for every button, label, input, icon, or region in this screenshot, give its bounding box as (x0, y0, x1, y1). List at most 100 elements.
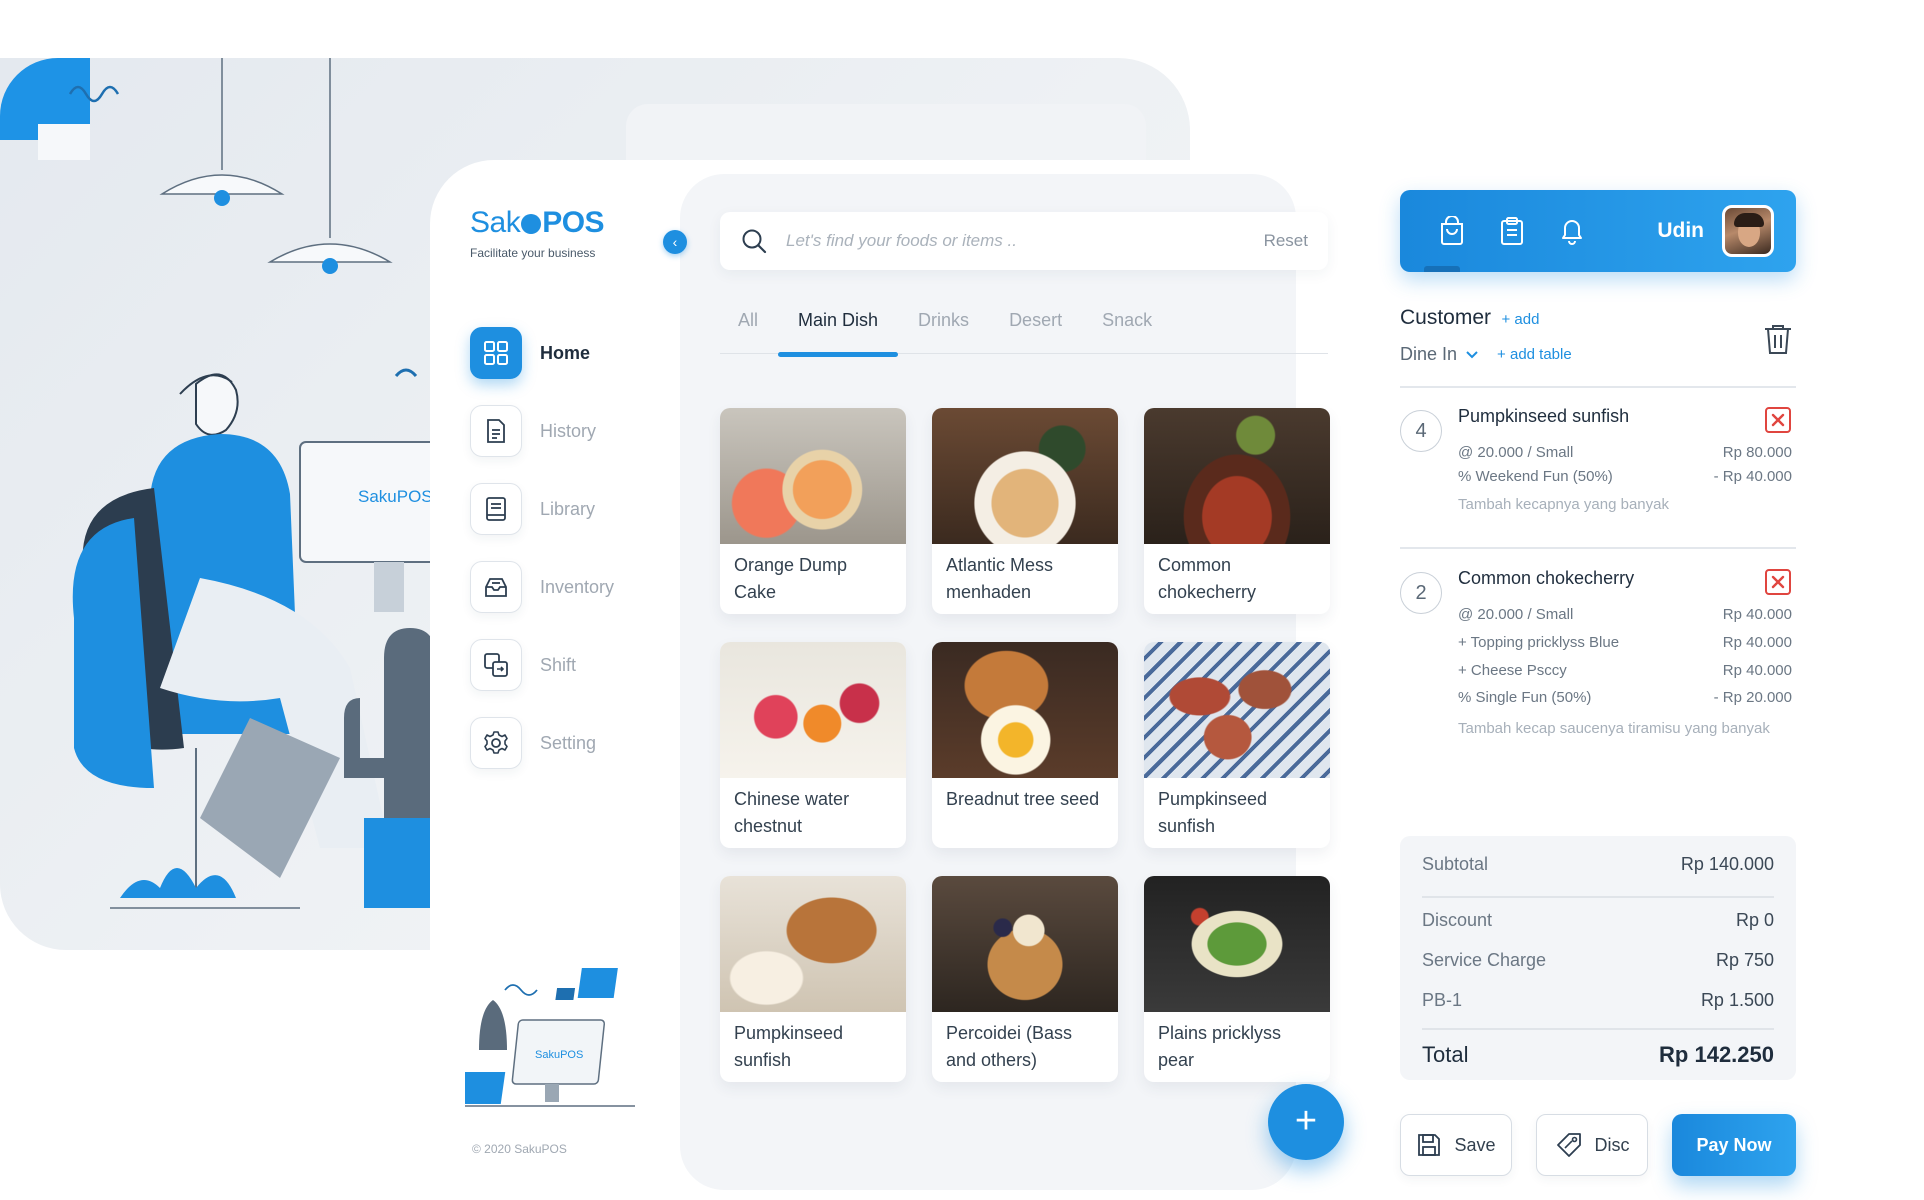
catalog-panel: Reset All Main Dish Drinks Desert Snack … (680, 174, 1344, 1190)
logo-text-saku: Sak (470, 206, 521, 239)
avatar-hair (1734, 213, 1764, 227)
menu-image-pancakes (932, 876, 1118, 1012)
tab-all[interactable]: All (720, 300, 778, 354)
menu-card[interactable]: Percoidei (Bass and others) (932, 876, 1118, 1082)
menu-card[interactable]: Breadnut tree seed (932, 642, 1118, 848)
detail-label: + Topping pricklyss Blue (1458, 634, 1620, 651)
avatar[interactable] (1722, 205, 1774, 257)
nav-item-inventory[interactable]: Inventory (470, 548, 670, 626)
shift-icon (470, 639, 522, 691)
menu-image-stew-pot (1144, 408, 1330, 544)
trash-icon[interactable] (1762, 322, 1794, 356)
discount-value: Rp 0 (1735, 910, 1774, 930)
service-charge-row: Service Charge Rp 750 (1422, 950, 1774, 971)
detail-value: Rp 40.000 (1722, 662, 1792, 679)
detail-label: % Weekend Fun (50%) (1458, 468, 1613, 485)
remove-item-icon[interactable] (1764, 568, 1792, 596)
tab-drinks[interactable]: Drinks (898, 300, 989, 354)
nav-item-shift[interactable]: Shift (470, 626, 670, 704)
logo[interactable]: Sak POS (470, 206, 605, 240)
discount-label: Discount (1422, 910, 1493, 930)
order-summary: Subtotal Rp 140.000 Discount Rp 0 Servic… (1400, 836, 1796, 1080)
save-button[interactable]: Save (1400, 1114, 1512, 1176)
quantity-badge[interactable]: 4 (1400, 410, 1442, 452)
menu-card[interactable]: Chinese water chestnut (720, 642, 906, 848)
dine-option-select[interactable]: Dine In (1400, 344, 1479, 365)
nav-item-home[interactable]: Home (470, 314, 670, 392)
pay-now-label: Pay Now (1696, 1134, 1772, 1155)
menu-image-noodle-bowl (932, 408, 1118, 544)
clipboard-icon[interactable] (1482, 211, 1542, 251)
remove-item-icon[interactable] (1764, 406, 1792, 434)
search-icon (742, 229, 767, 254)
order-item-name: Pumpkinseed sunfish (1458, 406, 1630, 426)
brand-tagline: Facilitate your business (470, 246, 596, 260)
nav-label-setting: Setting (540, 732, 597, 753)
menu-item-name: Breadnut tree seed (946, 789, 1100, 809)
subtotal-label: Subtotal (1422, 854, 1489, 874)
tax-row: PB-1 Rp 1.500 (1422, 990, 1774, 1011)
menu-item-name: Atlantic Mess menhaden (946, 555, 1054, 602)
nav-item-library[interactable]: Library (470, 470, 670, 548)
menu-card[interactable]: Orange Dump Cake (720, 408, 906, 614)
total-row: Total Rp 142.250 (1422, 1042, 1774, 1068)
collapse-sidebar-button[interactable]: ‹ (663, 230, 687, 254)
nav-item-history[interactable]: History (470, 392, 670, 470)
menu-grid: Orange Dump Cake Atlantic Mess menhaden … (720, 408, 1332, 1082)
order-detail-line: % Weekend Fun (50%) - Rp 40.000 (1458, 468, 1792, 485)
chevron-left-icon: ‹ (672, 234, 678, 250)
reset-button[interactable]: Reset (1264, 231, 1308, 251)
search-input[interactable] (786, 231, 1264, 251)
menu-item-name: Common chokecherry (1158, 555, 1257, 602)
menu-image-noodle-salad (1144, 876, 1330, 1012)
customer-row: Customer + add (1400, 306, 1796, 330)
add-item-button[interactable]: + (1268, 1084, 1344, 1160)
tax-value: Rp 1.500 (1700, 990, 1774, 1010)
detail-label: % Single Fun (50%) (1458, 689, 1592, 706)
bell-icon[interactable] (1542, 211, 1602, 251)
tab-main-dish[interactable]: Main Dish (778, 300, 899, 357)
total-value: Rp 142.250 (1659, 1042, 1774, 1067)
menu-item-name: Plains pricklyss pear (1158, 1023, 1282, 1070)
save-label: Save (1454, 1134, 1496, 1155)
heart-icon (521, 214, 542, 234)
discount-button[interactable]: Disc (1536, 1114, 1648, 1176)
menu-item-name: Percoidei (Bass and others) (946, 1023, 1073, 1070)
tab-desert[interactable]: Desert (989, 300, 1082, 354)
shopping-bag-icon[interactable] (1422, 211, 1482, 251)
menu-card[interactable]: Common chokecherry (1144, 408, 1330, 614)
tab-snack[interactable]: Snack (1082, 300, 1172, 354)
menu-card[interactable]: Atlantic Mess menhaden (932, 408, 1118, 614)
menu-card[interactable]: Pumpkinseed sunfish (1144, 642, 1330, 848)
order-detail-line: + Topping pricklyss Blue Rp 40.000 (1458, 634, 1792, 651)
floppy-disk-icon (1418, 1134, 1441, 1156)
detail-label: @ 20.000 / Small (1458, 444, 1574, 461)
logo-text-pos: POS (542, 206, 605, 239)
nav-label-history: History (540, 420, 597, 441)
top-bar: Udin (1400, 190, 1796, 272)
menu-image-egg-bread (932, 642, 1118, 778)
divider (1400, 547, 1796, 549)
detail-value: - Rp 20.000 (1713, 689, 1792, 706)
discount-row: Discount Rp 0 (1422, 910, 1774, 931)
pay-now-button[interactable]: Pay Now (1672, 1114, 1796, 1176)
active-tab-indicator (1424, 266, 1460, 272)
menu-item-name: Pumpkinseed sunfish (1158, 789, 1268, 836)
document-icon (470, 405, 522, 457)
grid-icon (470, 327, 522, 379)
menu-card[interactable]: Pumpkinseed sunfish (720, 876, 906, 1082)
nav-item-setting[interactable]: Setting (470, 704, 670, 782)
menu-image-bruschetta (1144, 642, 1330, 778)
add-table-link[interactable]: + add table (1497, 346, 1572, 363)
menu-item-name: Chinese water chestnut (734, 789, 850, 836)
menu-card[interactable]: Plains pricklyss pear (1144, 876, 1330, 1082)
add-customer-link[interactable]: + add (1501, 311, 1539, 328)
service-charge-value: Rp 750 (1715, 950, 1774, 970)
app-window: Sak POS Facilitate your business ‹ Home H… (430, 160, 1810, 1200)
total-label: Total (1422, 1042, 1469, 1067)
quantity-badge[interactable]: 2 (1400, 572, 1442, 614)
detail-value: Rp 80.000 (1722, 444, 1792, 461)
detail-value: Rp 40.000 (1722, 606, 1792, 623)
book-icon (470, 483, 522, 535)
order-panel: Udin Customer + add Dine In + add table (1400, 160, 1800, 1200)
